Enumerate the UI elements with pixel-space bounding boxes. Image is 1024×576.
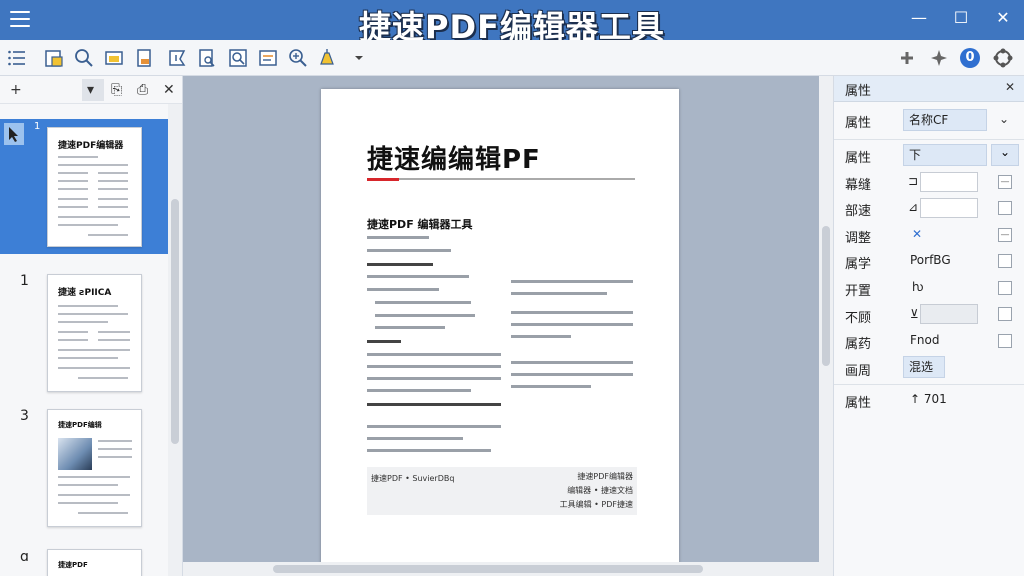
horizontal-scrollbar[interactable] <box>183 562 819 576</box>
page-view-icon[interactable]: ⎘ <box>111 82 122 98</box>
page-thumbnail: 捷速 ƨPIICA <box>47 274 142 392</box>
page-number: 1 <box>20 273 29 289</box>
thumbnail-item[interactable]: 1 捷速PDF编辑器 <box>0 119 168 254</box>
thumbnail-title: 捷速PDF编辑器 <box>58 141 124 151</box>
vertical-scrollbar[interactable] <box>819 76 833 576</box>
accent-rule <box>367 178 399 181</box>
properties-panel: 属性 ✕ 属性 名称CF ⌄ 属性 下 ⌄ 幕缝 ⊐ — 部速 ⊿ 调整 ✕ —… <box>833 76 1024 576</box>
thumbnail-title: 捷速 ƨPIICA <box>58 288 112 298</box>
prop-checkbox[interactable] <box>998 254 1012 268</box>
minimize-button[interactable]: — <box>904 6 934 30</box>
document-footer: 捷速PDF • SuvierDBq 捷速PDF编辑器 编辑器 • 捷速文档 工具… <box>367 467 637 515</box>
prop-label: 属性 <box>845 116 872 131</box>
prop-value: ⊻ <box>910 307 919 321</box>
thumbnail-item[interactable]: 3 捷速PDF编辑 <box>0 404 168 534</box>
thumbnail-photo <box>58 438 92 470</box>
prop-stepper[interactable] <box>920 198 978 218</box>
page-number: ɑ <box>20 549 29 565</box>
stamp-icon[interactable] <box>133 47 155 69</box>
prop-checkbox[interactable] <box>998 334 1012 348</box>
prop-value: ✕ <box>912 227 923 241</box>
page-thumbnail: 捷速PDF编辑器 <box>47 127 142 247</box>
thumbnail-scrollbar[interactable] <box>168 104 182 576</box>
prop-label: 画周 <box>845 364 872 379</box>
footer-right-text-2: 编辑器 • 捷速文档 <box>567 486 633 495</box>
document-page[interactable]: 捷速编编辑PF 捷速PDF 编辑器工具 捷速PDF • SuvierDBq 捷速… <box>321 89 679 564</box>
footer-right-text-3: 工具编辑 • PDF捷速 <box>559 500 633 509</box>
prop-value: ⊐ <box>908 174 919 188</box>
zoom-icon[interactable] <box>287 47 309 69</box>
properties-header: 属性 ✕ <box>834 76 1024 102</box>
document-subheading: 捷速PDF 编辑器工具 <box>367 218 473 231</box>
thumbnail-title: 捷速PDF <box>58 561 88 569</box>
thumbnail-panel: + ▾ ⎘ ⎙ ✕ 1 捷速PDF编辑器 1 捷速 ƨPIICA 3 捷速PDF… <box>0 76 183 576</box>
prop-checkbox[interactable]: — <box>998 228 1012 242</box>
search-icon[interactable] <box>73 47 95 69</box>
document-canvas: 捷速编编辑PF 捷速PDF 编辑器工具 捷速PDF • SuvierDBq 捷速… <box>183 76 833 576</box>
toolbar: 0 <box>0 40 1024 76</box>
page-number: 3 <box>20 408 29 424</box>
document-heading: 捷速编编辑PF <box>367 145 541 175</box>
prop-checkbox[interactable] <box>998 201 1012 215</box>
page-thumbnail: 捷速PDF <box>47 549 142 576</box>
image-icon[interactable] <box>103 47 125 69</box>
prop-dropdown[interactable]: 下 <box>903 144 987 166</box>
prop-value: ƕ <box>912 280 924 294</box>
thumbnail-item[interactable]: 1 捷速 ƨPIICA <box>0 269 168 394</box>
list-icon[interactable] <box>6 47 28 69</box>
footer-left-text: 捷速PDF • SuvierDBq <box>371 474 455 483</box>
sync-icon[interactable] <box>992 47 1014 69</box>
prop-label: 属药 <box>845 337 872 352</box>
footer-right-text-1: 捷速PDF编辑器 <box>577 472 633 481</box>
page-number: 1 <box>34 121 41 132</box>
star-icon[interactable] <box>928 47 950 69</box>
properties-title: 属性 <box>845 84 872 99</box>
maximize-button[interactable]: ☐ <box>946 6 976 30</box>
prop-label: 部速 <box>845 204 872 219</box>
prop-value: ↑ 701 <box>910 392 947 406</box>
title-bar: 捷速PDF编辑器工具 — ☐ ✕ <box>0 0 1024 46</box>
prop-label: 开置 <box>845 284 872 299</box>
page-thumbnail: 捷速PDF编辑 <box>47 409 142 527</box>
add-page-icon[interactable]: + <box>10 82 22 98</box>
thumbnail-panel-header: + ▾ ⎘ ⎙ ✕ <box>0 76 182 104</box>
open-icon[interactable] <box>43 47 65 69</box>
prop-toggle[interactable] <box>920 304 978 324</box>
bookmark-icon[interactable] <box>166 47 188 69</box>
dropdown-icon[interactable]: ▾ <box>87 82 94 98</box>
close-panel-icon[interactable]: ✕ <box>1005 80 1015 94</box>
prop-value: ⊿ <box>908 200 919 214</box>
plus-icon[interactable] <box>896 47 918 69</box>
chevron-down-icon[interactable]: ⌄ <box>991 144 1019 166</box>
prop-select[interactable]: 混选 <box>903 356 945 378</box>
prop-label: 不顾 <box>845 311 872 326</box>
zoom-find-icon[interactable] <box>227 47 249 69</box>
prop-label: 属性 <box>845 396 872 411</box>
badge-icon[interactable]: 0 <box>959 47 981 69</box>
prop-label: 属性 <box>845 151 872 166</box>
prop-label: 属学 <box>845 257 872 272</box>
prop-checkbox[interactable]: — <box>998 175 1012 189</box>
thumbnail-title: 捷速PDF编辑 <box>58 421 102 429</box>
prop-input[interactable] <box>920 172 978 192</box>
more-dropdown-icon[interactable] <box>348 47 370 69</box>
highlight-icon[interactable] <box>316 47 338 69</box>
close-button[interactable]: ✕ <box>988 6 1018 30</box>
close-panel-icon[interactable]: ✕ <box>163 82 175 98</box>
prop-value: Fnod <box>910 333 940 347</box>
prop-label: 调整 <box>845 231 872 246</box>
prop-value: PorfBG <box>910 253 951 267</box>
thumbnail-item[interactable]: ɑ 捷速PDF <box>0 544 168 576</box>
prop-checkbox[interactable] <box>998 307 1012 321</box>
badge-label: 0 <box>965 50 975 65</box>
cursor-icon <box>4 123 24 145</box>
chevron-down-icon[interactable]: ⌄ <box>999 112 1009 126</box>
page-print-icon[interactable]: ⎙ <box>137 82 148 98</box>
prop-label: 幕缝 <box>845 178 872 193</box>
form-icon[interactable] <box>257 47 279 69</box>
prop-checkbox[interactable] <box>998 281 1012 295</box>
prop-dropdown[interactable]: 名称CF <box>903 109 987 131</box>
page-search-icon[interactable] <box>196 47 218 69</box>
